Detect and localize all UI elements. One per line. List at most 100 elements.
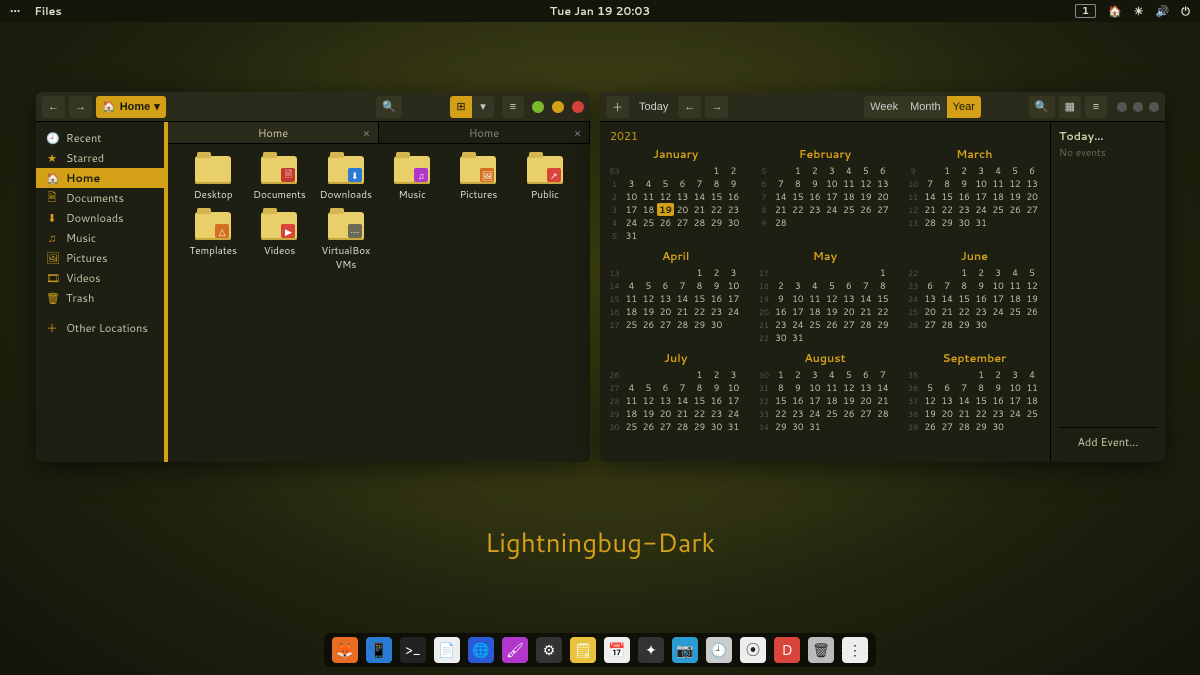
day-cell[interactable]: 22 — [973, 407, 990, 420]
folder-templates[interactable]: △Templates — [180, 212, 246, 272]
day-cell[interactable]: 15 — [956, 292, 973, 305]
day-cell[interactable]: 28 — [874, 407, 891, 420]
folder-music[interactable]: ♫Music — [379, 156, 445, 202]
minimize-button[interactable] — [532, 101, 544, 113]
day-cell[interactable]: 10 — [725, 381, 742, 394]
day-cell[interactable]: 28 — [956, 420, 973, 433]
day-cell[interactable]: 28 — [922, 216, 939, 229]
day-cell[interactable]: 26 — [640, 318, 657, 331]
cal-minimize-button[interactable] — [1117, 102, 1127, 112]
day-cell[interactable]: 8 — [973, 381, 990, 394]
day-cell[interactable]: 18 — [806, 305, 823, 318]
day-cell[interactable]: 22 — [939, 203, 956, 216]
day-cell[interactable]: 15 — [789, 190, 806, 203]
day-cell[interactable]: 5 — [640, 381, 657, 394]
day-cell[interactable]: 9 — [956, 177, 973, 190]
day-cell[interactable]: 12 — [640, 394, 657, 407]
day-cell[interactable]: 5 — [1007, 164, 1024, 177]
day-cell[interactable]: 30 — [708, 318, 725, 331]
day-cell[interactable]: 4 — [840, 164, 857, 177]
day-cell[interactable]: 10 — [823, 177, 840, 190]
day-cell[interactable]: 30 — [725, 216, 742, 229]
day-cell[interactable]: 14 — [691, 190, 708, 203]
maximize-button[interactable] — [552, 101, 564, 113]
day-cell[interactable]: 4 — [623, 381, 640, 394]
day-cell[interactable]: 28 — [691, 216, 708, 229]
day-cell[interactable]: 19 — [922, 407, 939, 420]
day-cell[interactable]: 30 — [973, 318, 990, 331]
folder-pictures[interactable]: 🖼Pictures — [445, 156, 511, 202]
day-cell[interactable]: 15 — [708, 190, 725, 203]
day-cell[interactable]: 15 — [939, 190, 956, 203]
day-cell[interactable]: 11 — [623, 292, 640, 305]
day-cell[interactable]: 29 — [874, 318, 891, 331]
sidebar-item-trash[interactable]: 🗑Trash — [36, 288, 164, 308]
day-cell[interactable]: 2 — [956, 164, 973, 177]
folder-videos[interactable]: ▶Videos — [246, 212, 312, 272]
sidebar-item-music[interactable]: ♫Music — [36, 228, 164, 248]
day-cell[interactable]: 2 — [789, 368, 806, 381]
day-cell[interactable]: 6 — [657, 381, 674, 394]
day-cell[interactable]: 12 — [840, 381, 857, 394]
folder-virtualbox-vms[interactable]: ⋯VirtualBox VMs — [313, 212, 379, 272]
brush-icon[interactable]: 🖌 — [502, 637, 528, 663]
day-cell[interactable]: 2 — [725, 164, 742, 177]
day-cell[interactable]: 21 — [772, 203, 789, 216]
day-cell[interactable]: 11 — [1007, 279, 1024, 292]
day-cell[interactable]: 13 — [657, 394, 674, 407]
day-cell[interactable]: 13 — [657, 292, 674, 305]
day-cell[interactable]: 3 — [725, 368, 742, 381]
day-cell[interactable]: 21 — [956, 407, 973, 420]
day-cell[interactable]: 30 — [956, 216, 973, 229]
day-cell[interactable]: 4 — [806, 279, 823, 292]
day-cell[interactable]: 8 — [708, 177, 725, 190]
day-cell[interactable]: 14 — [857, 292, 874, 305]
day-cell[interactable]: 24 — [823, 203, 840, 216]
day-cell[interactable]: 24 — [725, 407, 742, 420]
day-cell[interactable]: 14 — [674, 292, 691, 305]
day-cell[interactable]: 16 — [789, 394, 806, 407]
day-cell[interactable]: 6 — [874, 164, 891, 177]
day-cell[interactable]: 9 — [990, 381, 1007, 394]
files-tab[interactable]: Home× — [168, 122, 379, 143]
day-cell[interactable]: 15 — [691, 394, 708, 407]
day-cell[interactable]: 14 — [874, 381, 891, 394]
day-cell[interactable]: 10 — [789, 292, 806, 305]
day-cell[interactable]: 8 — [939, 177, 956, 190]
day-cell[interactable]: 10 — [725, 279, 742, 292]
day-cell[interactable]: 20 — [939, 407, 956, 420]
folder-documents[interactable]: 🗎Documents — [246, 156, 312, 202]
day-cell[interactable]: 9 — [973, 279, 990, 292]
sidebar-item-recent[interactable]: 🕘Recent — [36, 128, 164, 148]
day-cell[interactable]: 27 — [1024, 203, 1041, 216]
day-cell[interactable]: 18 — [1007, 292, 1024, 305]
year-view-button[interactable]: Year — [947, 96, 981, 118]
day-cell[interactable]: 5 — [823, 279, 840, 292]
day-cell[interactable]: 7 — [772, 177, 789, 190]
day-cell[interactable]: 19 — [657, 203, 674, 216]
day-cell[interactable]: 9 — [725, 177, 742, 190]
day-cell[interactable]: 31 — [623, 229, 640, 242]
day-cell[interactable]: 17 — [990, 292, 1007, 305]
forward-button[interactable]: → — [69, 96, 92, 118]
day-cell[interactable]: 22 — [874, 305, 891, 318]
d-icon[interactable]: D — [774, 637, 800, 663]
day-cell[interactable]: 20 — [657, 407, 674, 420]
back-button[interactable]: ← — [42, 96, 65, 118]
brightness-icon[interactable]: ☀ — [1134, 3, 1144, 19]
day-cell[interactable]: 16 — [806, 190, 823, 203]
day-cell[interactable]: 29 — [772, 420, 789, 433]
day-cell[interactable]: 6 — [657, 279, 674, 292]
volume-icon[interactable]: 🔊 — [1156, 3, 1170, 19]
day-cell[interactable]: 20 — [874, 190, 891, 203]
view-options-button[interactable]: ▾ — [472, 96, 494, 118]
day-cell[interactable]: 11 — [623, 394, 640, 407]
day-cell[interactable]: 7 — [922, 177, 939, 190]
day-cell[interactable]: 25 — [1024, 407, 1041, 420]
sidebar-item-downloads[interactable]: ⬇Downloads — [36, 208, 164, 228]
day-cell[interactable]: 13 — [939, 394, 956, 407]
day-cell[interactable]: 22 — [772, 407, 789, 420]
day-cell[interactable]: 20 — [840, 305, 857, 318]
day-cell[interactable]: 3 — [623, 177, 640, 190]
icon-view-button[interactable]: ⊞ — [450, 96, 472, 118]
